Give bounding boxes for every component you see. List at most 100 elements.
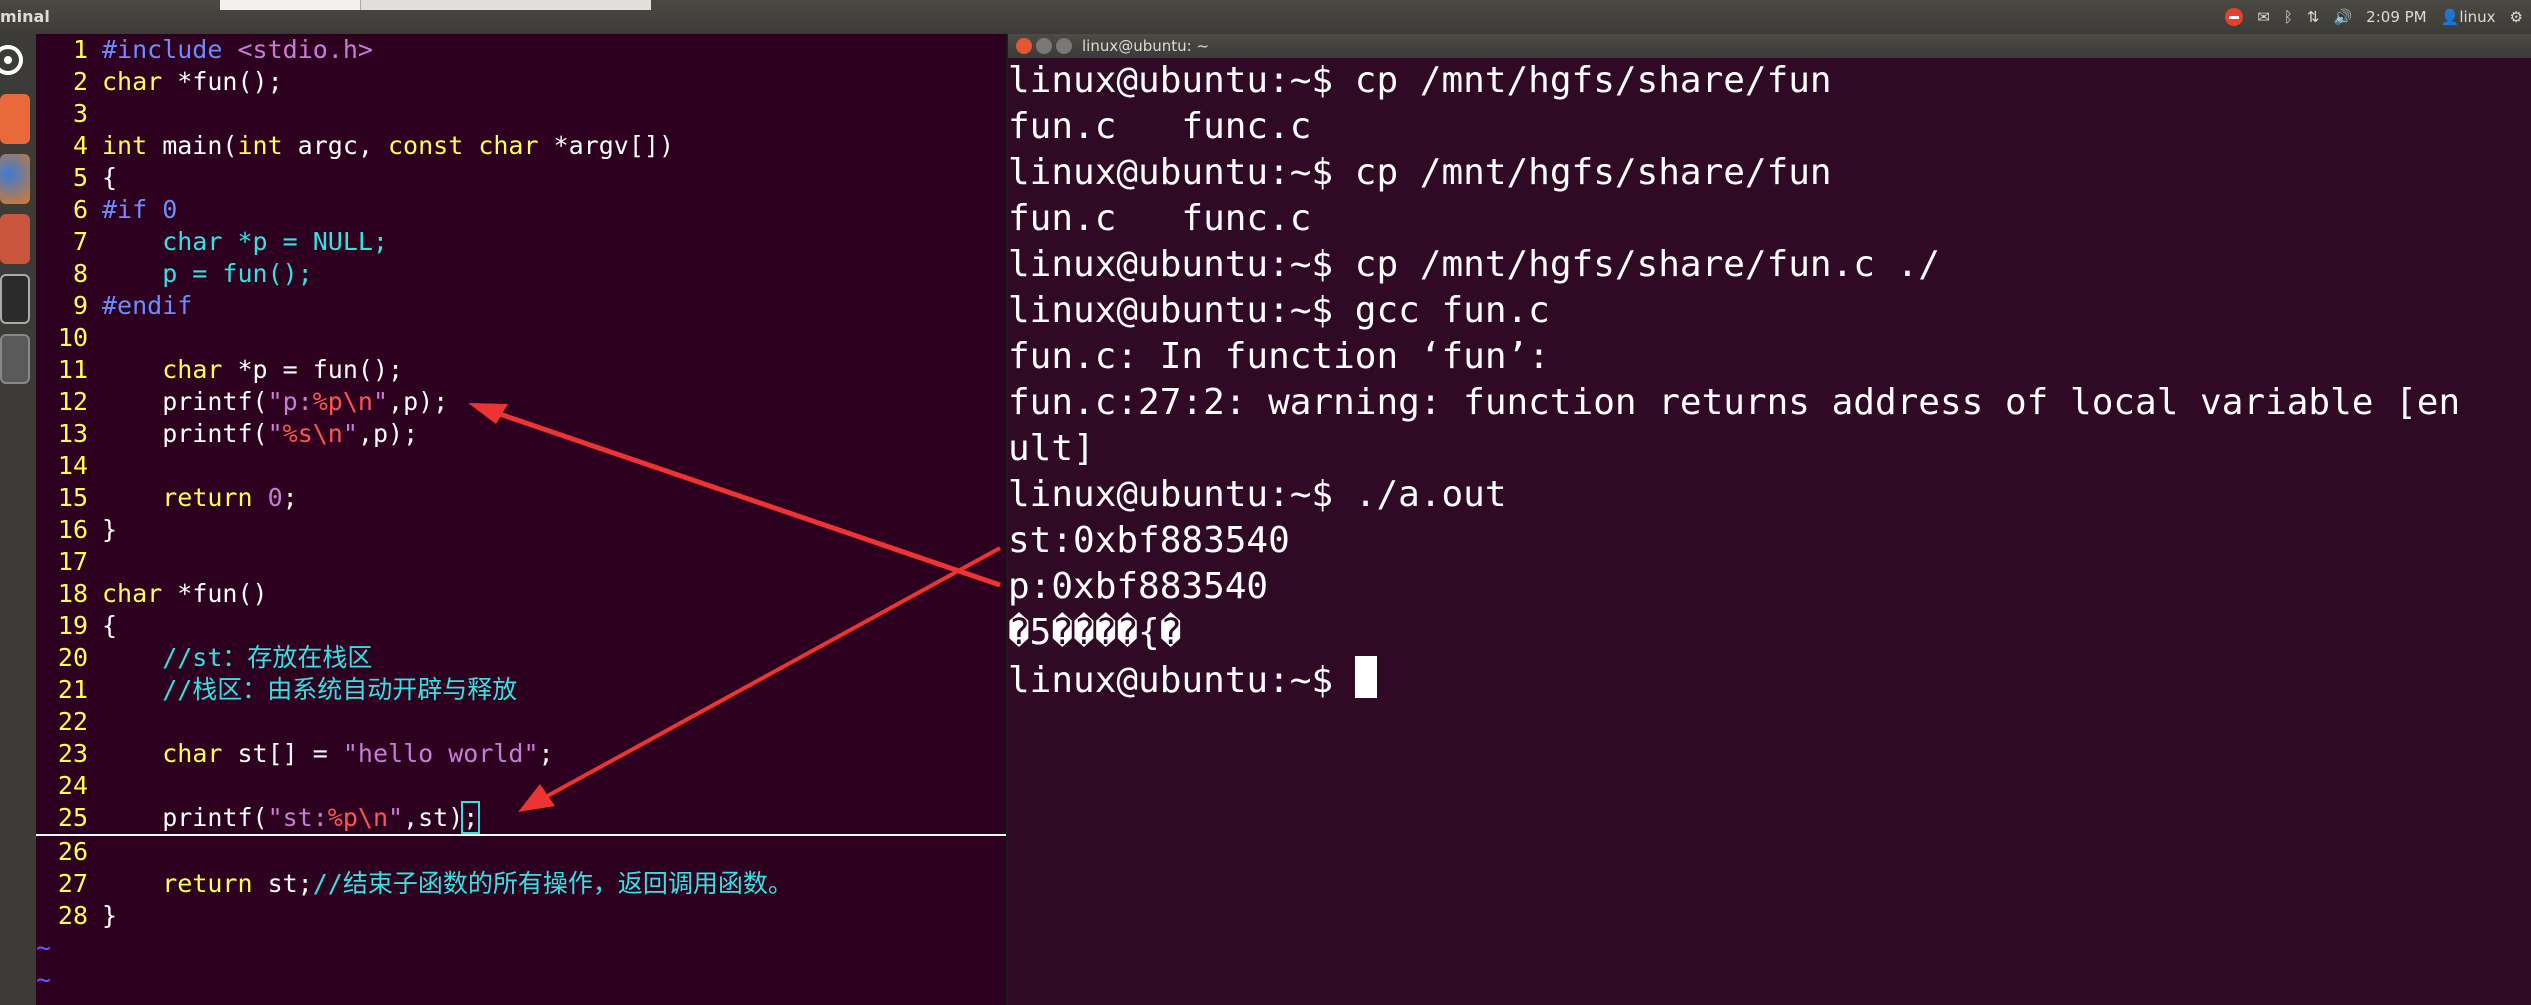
code-line[interactable]: 10 [36, 322, 1006, 354]
line-number: 9 [72, 291, 88, 320]
code-line[interactable]: 1 #include <stdio.h> [36, 34, 1006, 66]
terminal-line: �5����{� [1008, 612, 1182, 653]
code-line[interactable]: 23 char st[] = "hello world"; [36, 738, 1006, 770]
code-line[interactable]: 5{ [36, 162, 1006, 194]
code-token: p = fun(); [102, 259, 313, 288]
line-number: 11 [57, 355, 88, 384]
code-line[interactable]: 27 return st;//结束子函数的所有操作，返回调用函数。 [36, 868, 1006, 900]
code-line[interactable]: 2 char *fun(); [36, 66, 1006, 98]
launcher [0, 34, 36, 1005]
gear-icon[interactable]: ⚙ [2510, 8, 2523, 26]
code-token: #endif [102, 291, 193, 320]
line-number: 19 [57, 611, 88, 640]
code-line[interactable]: 6 #if 0 [36, 194, 1006, 226]
bluetooth-icon[interactable]: ᛒ [2284, 8, 2293, 26]
terminal-titlebar[interactable]: linux@ubuntu: ~ [1008, 34, 2531, 58]
terminal-title: linux@ubuntu: ~ [1082, 37, 1210, 55]
code-token: *argv[]) [538, 131, 674, 160]
code-line[interactable]: 12 printf("p:%p\n",p); [36, 386, 1006, 418]
code-token: #include [102, 35, 238, 64]
code-token: { [102, 163, 118, 192]
user-menu[interactable]: 👤 linux [2441, 8, 2496, 26]
code-line[interactable]: 7 char *p = NULL; [36, 226, 1006, 258]
code-token: *fun(); [162, 67, 283, 96]
top-panel: minal ✉ ᛒ ⇅ 🔊 2:09 PM 👤 linux ⚙ [0, 0, 2531, 34]
vim-editor[interactable]: 1 #include <stdio.h> 2 char *fun(); 3 4 int ma… [36, 34, 1006, 1005]
terminal-line: fun.c func.c [1008, 106, 1312, 147]
code-token: printf( [102, 419, 268, 448]
code-line[interactable]: 28} [36, 900, 1006, 932]
code-token: *fun() [162, 579, 268, 608]
code-line[interactable]: 22 [36, 706, 1006, 738]
terminal-line: linux@ubuntu:~$ cp /mnt/hgfs/share/fun [1008, 60, 1832, 101]
terminal-line: p:0xbf883540 [1008, 566, 1269, 607]
code-line[interactable]: 26 [36, 836, 1006, 868]
vim-empty-line[interactable]: ~ [36, 964, 1006, 996]
volume-icon[interactable]: 🔊 [2333, 8, 2352, 26]
code-token: const [387, 131, 464, 160]
code-line[interactable]: 15 return 0; [36, 482, 1006, 514]
code-token: <stdio.h> [237, 35, 373, 64]
code-token: char [102, 67, 163, 96]
line-number: 2 [72, 67, 88, 96]
line-number: 26 [57, 837, 88, 866]
code-token: int [237, 131, 283, 160]
settings-icon[interactable] [0, 214, 30, 264]
code-token: return [162, 483, 253, 512]
error-indicator-icon[interactable] [2225, 8, 2244, 26]
close-button[interactable] [1016, 38, 1032, 54]
code-token: char [162, 355, 223, 384]
code-token: %p\n [327, 803, 389, 832]
line-number: 20 [57, 643, 88, 672]
code-token: 0 [267, 483, 283, 512]
code-line[interactable]: 18 char *fun() [36, 578, 1006, 610]
line-number: 25 [57, 803, 88, 832]
code-line[interactable]: 20 //st：存放在栈区 [36, 642, 1006, 674]
mail-icon[interactable]: ✉ [2257, 8, 2270, 26]
code-line[interactable]: 8 p = fun(); [36, 258, 1006, 290]
ubuntu-logo-icon[interactable] [0, 40, 30, 80]
line-number: ~ [36, 933, 52, 962]
code-token: %s\n [282, 419, 343, 448]
terminal-line: linux@ubuntu:~$ ./a.out [1008, 474, 1507, 515]
code-line[interactable]: 25 printf("st:%p\n",st); [36, 801, 1006, 836]
terminal-output[interactable]: linux@ubuntu:~$ cp /mnt/hgfs/share/fun fu… [1008, 58, 2531, 702]
code-token: ; [282, 483, 298, 512]
code-line[interactable]: 19 { [36, 610, 1006, 642]
code-line[interactable]: 14 [36, 450, 1006, 482]
firefox-icon[interactable] [0, 154, 30, 204]
workspace-icon[interactable] [0, 334, 30, 384]
terminal-line: fun.c:27:2: warning: function returns ad… [1008, 382, 2461, 423]
code-token: //st：存放在栈区 [102, 643, 373, 672]
clock[interactable]: 2:09 PM [2366, 8, 2426, 26]
maximize-button[interactable] [1056, 38, 1072, 54]
code-token: printf( [102, 803, 268, 832]
vim-empty-line[interactable]: ~ [36, 932, 1006, 964]
code-line[interactable]: 3 [36, 98, 1006, 130]
line-number: 4 [72, 131, 88, 160]
code-line[interactable]: 11 char *p = fun(); [36, 354, 1006, 386]
code-line[interactable]: 9 #endif [36, 290, 1006, 322]
code-token: return [162, 869, 253, 898]
files-icon[interactable] [0, 94, 30, 144]
code-token: char *p = NULL; [102, 227, 388, 256]
code-token: main( [147, 131, 238, 160]
terminal-icon[interactable] [0, 274, 30, 324]
code-line[interactable]: 24 [36, 770, 1006, 802]
code-token: printf( [102, 387, 268, 416]
line-number: 16 [57, 515, 88, 544]
code-token: ; [461, 801, 481, 834]
user-name: linux [2459, 8, 2496, 26]
code-line[interactable]: 4 int main(int argc, const char *argv[]) [36, 130, 1006, 162]
terminal-window[interactable]: linux@ubuntu: ~ linux@ubuntu:~$ cp /mnt/… [1006, 34, 2531, 1005]
code-line[interactable]: 16} [36, 514, 1006, 546]
code-line[interactable]: 17 [36, 546, 1006, 578]
code-line[interactable]: 13 printf("%s\n",p); [36, 418, 1006, 450]
minimize-button[interactable] [1036, 38, 1052, 54]
code-line[interactable]: 21 //栈区：由系统自动开辟与释放 [36, 674, 1006, 706]
network-icon[interactable]: ⇅ [2307, 8, 2320, 26]
